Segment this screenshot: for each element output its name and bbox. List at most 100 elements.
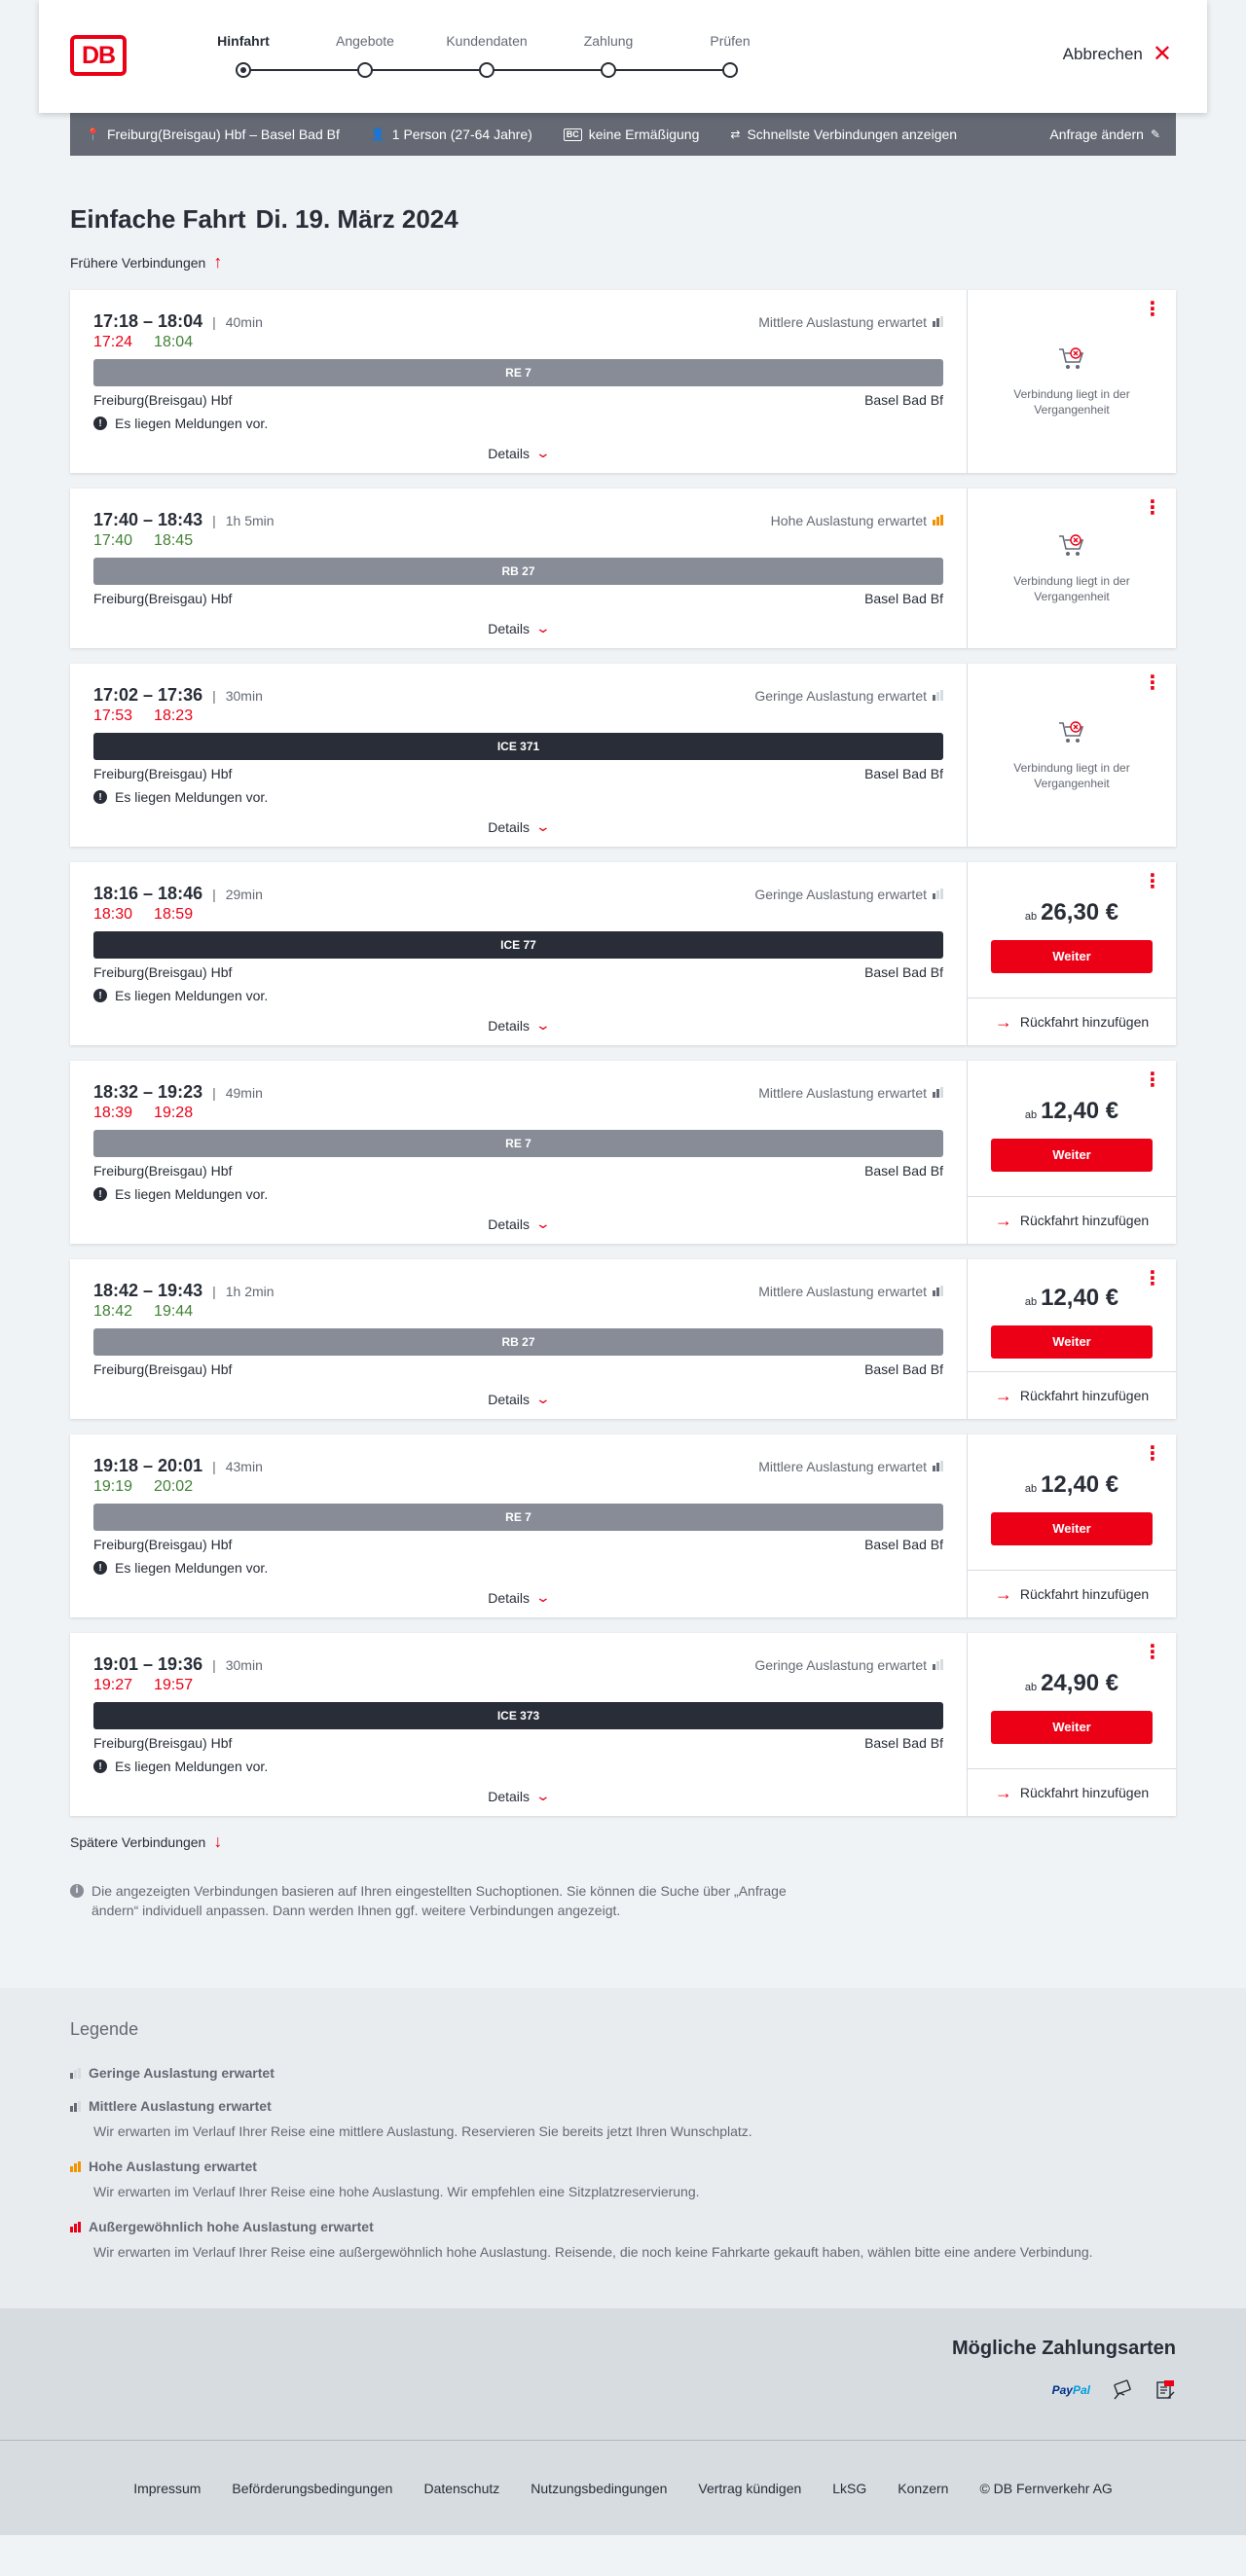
legend-item-title: Hohe Auslastung erwartet [89, 2159, 257, 2174]
details-toggle[interactable]: Details ⌄ [93, 620, 943, 636]
notice-text: Es liegen Meldungen vor. [115, 789, 269, 805]
add-return-trip-button[interactable]: → Rückfahrt hinzufügen [968, 1769, 1176, 1816]
legend-item: Mittlere Auslastung erwartet Wir erwarten… [70, 2098, 1176, 2141]
train-segment-bar[interactable]: RB 27 [93, 558, 943, 585]
load-label: Mittlere Auslastung erwartet [758, 1283, 927, 1299]
step-dot [601, 62, 616, 78]
arrival-station: Basel Bad Bf [864, 1537, 943, 1552]
summary-fastest[interactable]: ⇄ Schnellste Verbindungen anzeigen [730, 127, 957, 142]
footer-link-befoerderungsbedingungen[interactable]: Beförderungsbedingungen [232, 2481, 392, 2496]
chevron-down-icon: ⌄ [534, 1215, 552, 1231]
more-options-icon[interactable]: ⋮ [1143, 872, 1162, 891]
notice-message: ! Es liegen Meldungen vor. [93, 416, 943, 431]
later-connections-link[interactable]: Spätere Verbindungen ↓ [70, 1832, 1176, 1852]
realtime-arrival: 18:23 [154, 707, 194, 724]
earlier-label: Frühere Verbindungen [70, 254, 206, 271]
details-toggle[interactable]: Details ⌄ [93, 1788, 943, 1804]
train-segment-bar[interactable]: ICE 373 [93, 1702, 943, 1729]
realtime-departure: 17:40 [93, 532, 133, 549]
alert-icon: ! [93, 989, 107, 1002]
planned-times: 17:40 – 18:43 [93, 510, 203, 529]
train-segment-bar[interactable]: RB 27 [93, 1328, 943, 1356]
add-return-trip-button[interactable]: → Rückfahrt hinzufügen [968, 1372, 1176, 1419]
footer-link-lksg[interactable]: LkSG [832, 2481, 866, 2496]
load-indicator: Geringe Auslastung erwartet [754, 1657, 943, 1673]
more-options-icon[interactable]: ⋮ [1143, 1643, 1162, 1662]
cancel-button[interactable]: Abbrechen ✕ [1063, 43, 1172, 66]
train-segment-bar[interactable]: ICE 77 [93, 931, 943, 959]
details-toggle[interactable]: Details ⌄ [93, 445, 943, 461]
connection-card: 19:01 – 19:36 | 30min Geringe Auslastung… [70, 1633, 1176, 1816]
connection-card: 18:42 – 19:43 | 1h 2min Mittlere Auslast… [70, 1259, 1176, 1419]
details-toggle[interactable]: Details ⌄ [93, 818, 943, 835]
train-segment-bar[interactable]: RE 7 [93, 1504, 943, 1531]
summary-persons[interactable]: 👤 1 Person (27-64 Jahre) [371, 127, 532, 142]
continue-button[interactable]: Weiter [991, 1138, 1153, 1172]
details-toggle[interactable]: Details ⌄ [93, 1215, 943, 1232]
add-return-trip-button[interactable]: → Rückfahrt hinzufügen [968, 1571, 1176, 1617]
stations: Freiburg(Breisgau) Hbf Basel Bad Bf [93, 591, 943, 606]
fastest-text: Schnellste Verbindungen anzeigen [747, 127, 958, 142]
more-options-icon[interactable]: ⋮ [1143, 673, 1162, 693]
footer-link-konzern[interactable]: Konzern [898, 2481, 948, 2496]
details-label: Details [488, 818, 531, 835]
more-options-icon[interactable]: ⋮ [1143, 498, 1162, 518]
summary-route[interactable]: 📍 Freiburg(Breisgau) Hbf – Basel Bad Bf [86, 127, 340, 142]
train-segment-bar[interactable]: RE 7 [93, 359, 943, 386]
continue-button[interactable]: Weiter [991, 1511, 1153, 1545]
details-toggle[interactable]: Details ⌄ [93, 1391, 943, 1407]
trip-type: Einfache Fahrt [70, 204, 246, 234]
db-logo[interactable]: DB [70, 35, 127, 76]
legend-item-head: Hohe Auslastung erwartet [70, 2159, 1176, 2174]
price: ab 26,30 € [1025, 899, 1118, 926]
continue-button[interactable]: Weiter [991, 1324, 1153, 1359]
stations: Freiburg(Breisgau) Hbf Basel Bad Bf [93, 964, 943, 980]
stations: Freiburg(Breisgau) Hbf Basel Bad Bf [93, 766, 943, 781]
details-toggle[interactable]: Details ⌄ [93, 1017, 943, 1034]
price: ab 12,40 € [1025, 1098, 1118, 1125]
change-request-button[interactable]: Anfrage ändern ✎ [1049, 127, 1160, 142]
footer-link-nutzungsbedingungen[interactable]: Nutzungsbedingungen [531, 2481, 667, 2496]
paypal-logo-part: Pay [1051, 2383, 1073, 2397]
step-angebote: Angebote [312, 33, 419, 78]
summary-discount[interactable]: BC keine Ermäßigung [563, 127, 699, 142]
occupancy-icon [933, 889, 943, 899]
connection-info: 18:32 – 19:23 | 49min Mittlere Auslastun… [70, 1061, 968, 1244]
footer-link-impressum[interactable]: Impressum [133, 2481, 201, 2496]
stations: Freiburg(Breisgau) Hbf Basel Bad Bf [93, 1163, 943, 1179]
connection-info: 17:40 – 18:43 | 1h 5min Hohe Auslastung … [70, 489, 968, 648]
footer-link-vertrag-kuendigen[interactable]: Vertrag kündigen [698, 2481, 801, 2496]
footer-link-datenschutz[interactable]: Datenschutz [423, 2481, 499, 2496]
train-segment-bar[interactable]: ICE 371 [93, 733, 943, 760]
person-icon: 👤 [370, 127, 385, 141]
info-icon: i [70, 1884, 84, 1898]
details-toggle[interactable]: Details ⌄ [93, 1589, 943, 1606]
load-indicator: Mittlere Auslastung erwartet [758, 1085, 943, 1101]
price-value: 26,30 € [1041, 898, 1119, 925]
add-return-trip-button[interactable]: → Rückfahrt hinzufügen [968, 1197, 1176, 1244]
cart-unavailable-icon [1059, 534, 1084, 556]
return-label: Rückfahrt hinzufügen [1019, 1388, 1150, 1403]
load-indicator: Geringe Auslastung erwartet [754, 887, 943, 902]
connection-header: 17:18 – 18:04 | 40min Mittlere Auslastun… [93, 311, 943, 332]
step-dot [357, 62, 373, 78]
step-kundendaten: Kundendaten [433, 33, 540, 78]
occupancy-icon [933, 1461, 943, 1471]
add-return-trip-button[interactable]: → Rückfahrt hinzufügen [968, 998, 1176, 1045]
arrow-right-icon: → [994, 1210, 1012, 1230]
departure-station: Freiburg(Breisgau) Hbf [93, 1735, 233, 1751]
more-options-icon[interactable]: ⋮ [1143, 1269, 1162, 1288]
arrival-station: Basel Bad Bf [864, 766, 943, 781]
earlier-connections-link[interactable]: Frühere Verbindungen ↑ [70, 252, 1176, 272]
train-segment-bar[interactable]: RE 7 [93, 1130, 943, 1157]
more-options-icon[interactable]: ⋮ [1143, 300, 1162, 319]
legend-item-head: Geringe Auslastung erwartet [70, 2065, 1176, 2081]
more-options-icon[interactable]: ⋮ [1143, 1444, 1162, 1464]
later-label: Spätere Verbindungen [70, 1833, 206, 1850]
continue-button[interactable]: Weiter [991, 939, 1153, 973]
continue-button[interactable]: Weiter [991, 1710, 1153, 1744]
more-options-icon[interactable]: ⋮ [1143, 1070, 1162, 1090]
connection-info: 17:02 – 17:36 | 30min Geringe Auslastung… [70, 664, 968, 847]
bahncard-icon: BC [563, 127, 582, 141]
price-prefix: ab [1024, 1681, 1038, 1693]
